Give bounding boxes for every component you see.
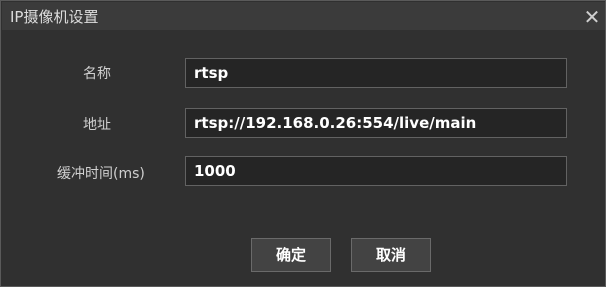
buffer-time-field[interactable]	[185, 156, 567, 186]
address-field[interactable]	[185, 108, 567, 138]
title-bar: IP摄像机设置 ✕	[2, 2, 605, 30]
close-icon[interactable]: ✕	[581, 6, 603, 28]
cancel-button[interactable]: 取消	[351, 238, 431, 272]
ok-button[interactable]: 确定	[251, 238, 331, 272]
address-label: 地址	[83, 117, 111, 133]
ip-camera-settings-dialog: IP摄像机设置 ✕ 名称 地址 缓冲时间(ms) 确定 取消	[0, 0, 606, 287]
name-field[interactable]	[185, 58, 567, 88]
name-label: 名称	[83, 66, 111, 82]
dialog-title: IP摄像机设置	[10, 8, 99, 26]
buffer-time-label: 缓冲时间(ms)	[57, 166, 145, 182]
